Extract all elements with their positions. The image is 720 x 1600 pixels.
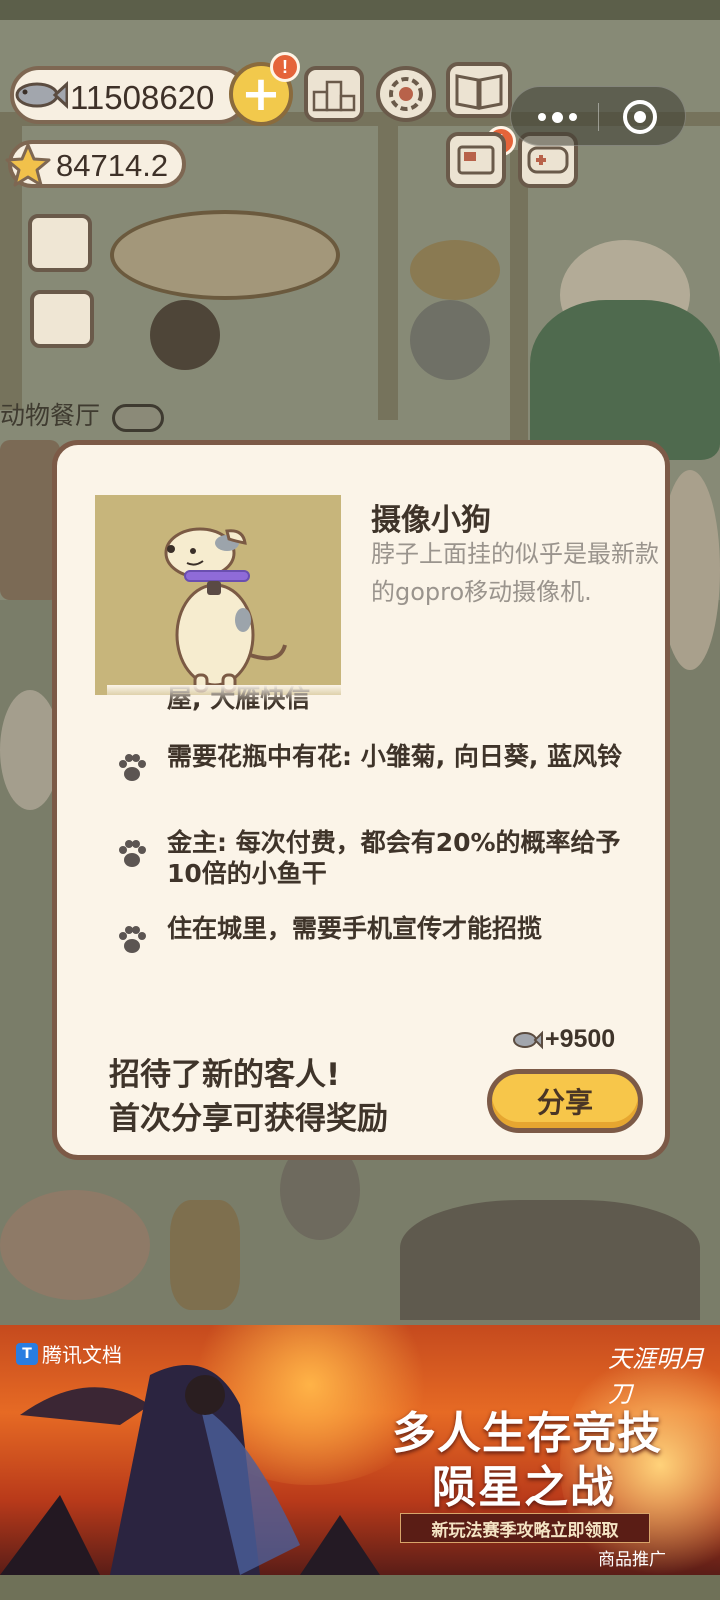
capsule-divider	[598, 103, 599, 131]
target-icon	[634, 111, 646, 123]
dot-icon	[568, 113, 577, 121]
news-icon[interactable]	[446, 132, 506, 188]
ad-label: 商品推广	[598, 1550, 666, 1570]
paw-icon	[119, 926, 146, 953]
paw-icon	[119, 754, 146, 781]
dot-icon	[537, 113, 546, 121]
new-guest-dialog: 摄像小狗 脖子上面挂的似乎是最新款的gopro移动摄像机. 屋, 大雁快信 需要…	[52, 440, 670, 1160]
ad-brand: T 腾讯文档	[16, 1339, 122, 1368]
share-message: 招待了新的客人! 首次分享可获得奖励	[109, 1053, 388, 1141]
camera-dog-illustration	[164, 527, 287, 693]
table	[0, 1190, 150, 1300]
message-line: 招待了新的客人!	[109, 1057, 341, 1093]
requirements-list[interactable]: 屋, 大雁快信 需要花瓶中有花: 小雏菊, 向日葵, 蓝风铃 金主: 每次付费，…	[107, 685, 665, 1003]
bottom-bar	[0, 1575, 720, 1600]
warrior-illustration	[0, 1365, 380, 1575]
scroll-fade	[107, 685, 665, 703]
status-strip	[0, 0, 720, 20]
ad-brand-name: 腾讯文档	[42, 1343, 122, 1367]
podium-icon	[312, 80, 356, 112]
plus-alert-badge: !	[270, 52, 300, 82]
guest-name: 摄像小狗	[371, 503, 491, 538]
ad-headline: 陨星之战	[432, 1462, 616, 1513]
fish-currency: 11508620	[10, 66, 248, 124]
christmas-tree	[530, 300, 720, 460]
shop-icon[interactable]	[28, 214, 92, 272]
share-button[interactable]: 分享	[487, 1069, 643, 1133]
newspaper-icon	[457, 145, 495, 175]
guest-photo	[95, 495, 341, 695]
pillar	[378, 120, 398, 420]
leopard-customer	[410, 240, 500, 300]
settings-icon[interactable]	[376, 66, 436, 122]
message-line: 首次分享可获得奖励	[109, 1101, 388, 1137]
requirement-text: 住在城里，需要手机宣传才能招揽	[167, 914, 543, 943]
rabbit-customer	[170, 1200, 240, 1310]
ad-banner[interactable]: T 腾讯文档 天涯明月刀 多人生存竞技 陨星之战 新玩法赛季攻略立即领取 商品推…	[0, 1325, 720, 1575]
sheep-customer	[0, 690, 60, 810]
dot-icon	[551, 111, 563, 123]
gift-icon[interactable]	[30, 290, 94, 348]
cat-customer	[150, 300, 220, 370]
restaurant-badge	[112, 404, 164, 432]
piano	[400, 1200, 700, 1320]
ad-cta[interactable]: 新玩法赛季攻略立即领取	[400, 1513, 650, 1543]
miniprogram-capsule	[510, 86, 686, 146]
requirement-text: 金主: 每次付费，都会有20%的概率给予10倍的小鱼干	[167, 828, 621, 888]
fish-count: 11508620	[70, 79, 215, 116]
more-menu-button[interactable]	[529, 101, 585, 133]
reward-amount: +9500	[545, 1025, 616, 1053]
star-count: 84714.2	[56, 148, 169, 183]
star-currency: 84714.2	[5, 140, 186, 188]
requirement-text: 需要花瓶中有花: 小雏菊, 向日葵, 蓝风铃	[167, 742, 623, 771]
counter	[0, 440, 60, 600]
share-reward: +9500	[511, 1025, 615, 1054]
gamepad-icon	[527, 146, 569, 174]
docs-logo-icon: T	[16, 1342, 38, 1365]
guestbook-icon[interactable]	[446, 62, 512, 118]
close-miniprogram-button[interactable]	[623, 100, 657, 134]
restaurant-label: 动物餐厅	[0, 401, 101, 430]
ranking-icon[interactable]	[304, 66, 364, 122]
star-icon	[5, 143, 51, 187]
dog-customer	[410, 300, 490, 380]
guest-description: 脖子上面挂的似乎是最新款的gopro移动摄像机.	[371, 540, 659, 606]
gear-icon	[389, 77, 423, 111]
wall-painting	[110, 210, 340, 300]
paw-icon	[119, 840, 146, 867]
fish-icon	[15, 81, 68, 109]
fish-icon	[513, 1030, 543, 1049]
book-icon	[455, 74, 503, 110]
